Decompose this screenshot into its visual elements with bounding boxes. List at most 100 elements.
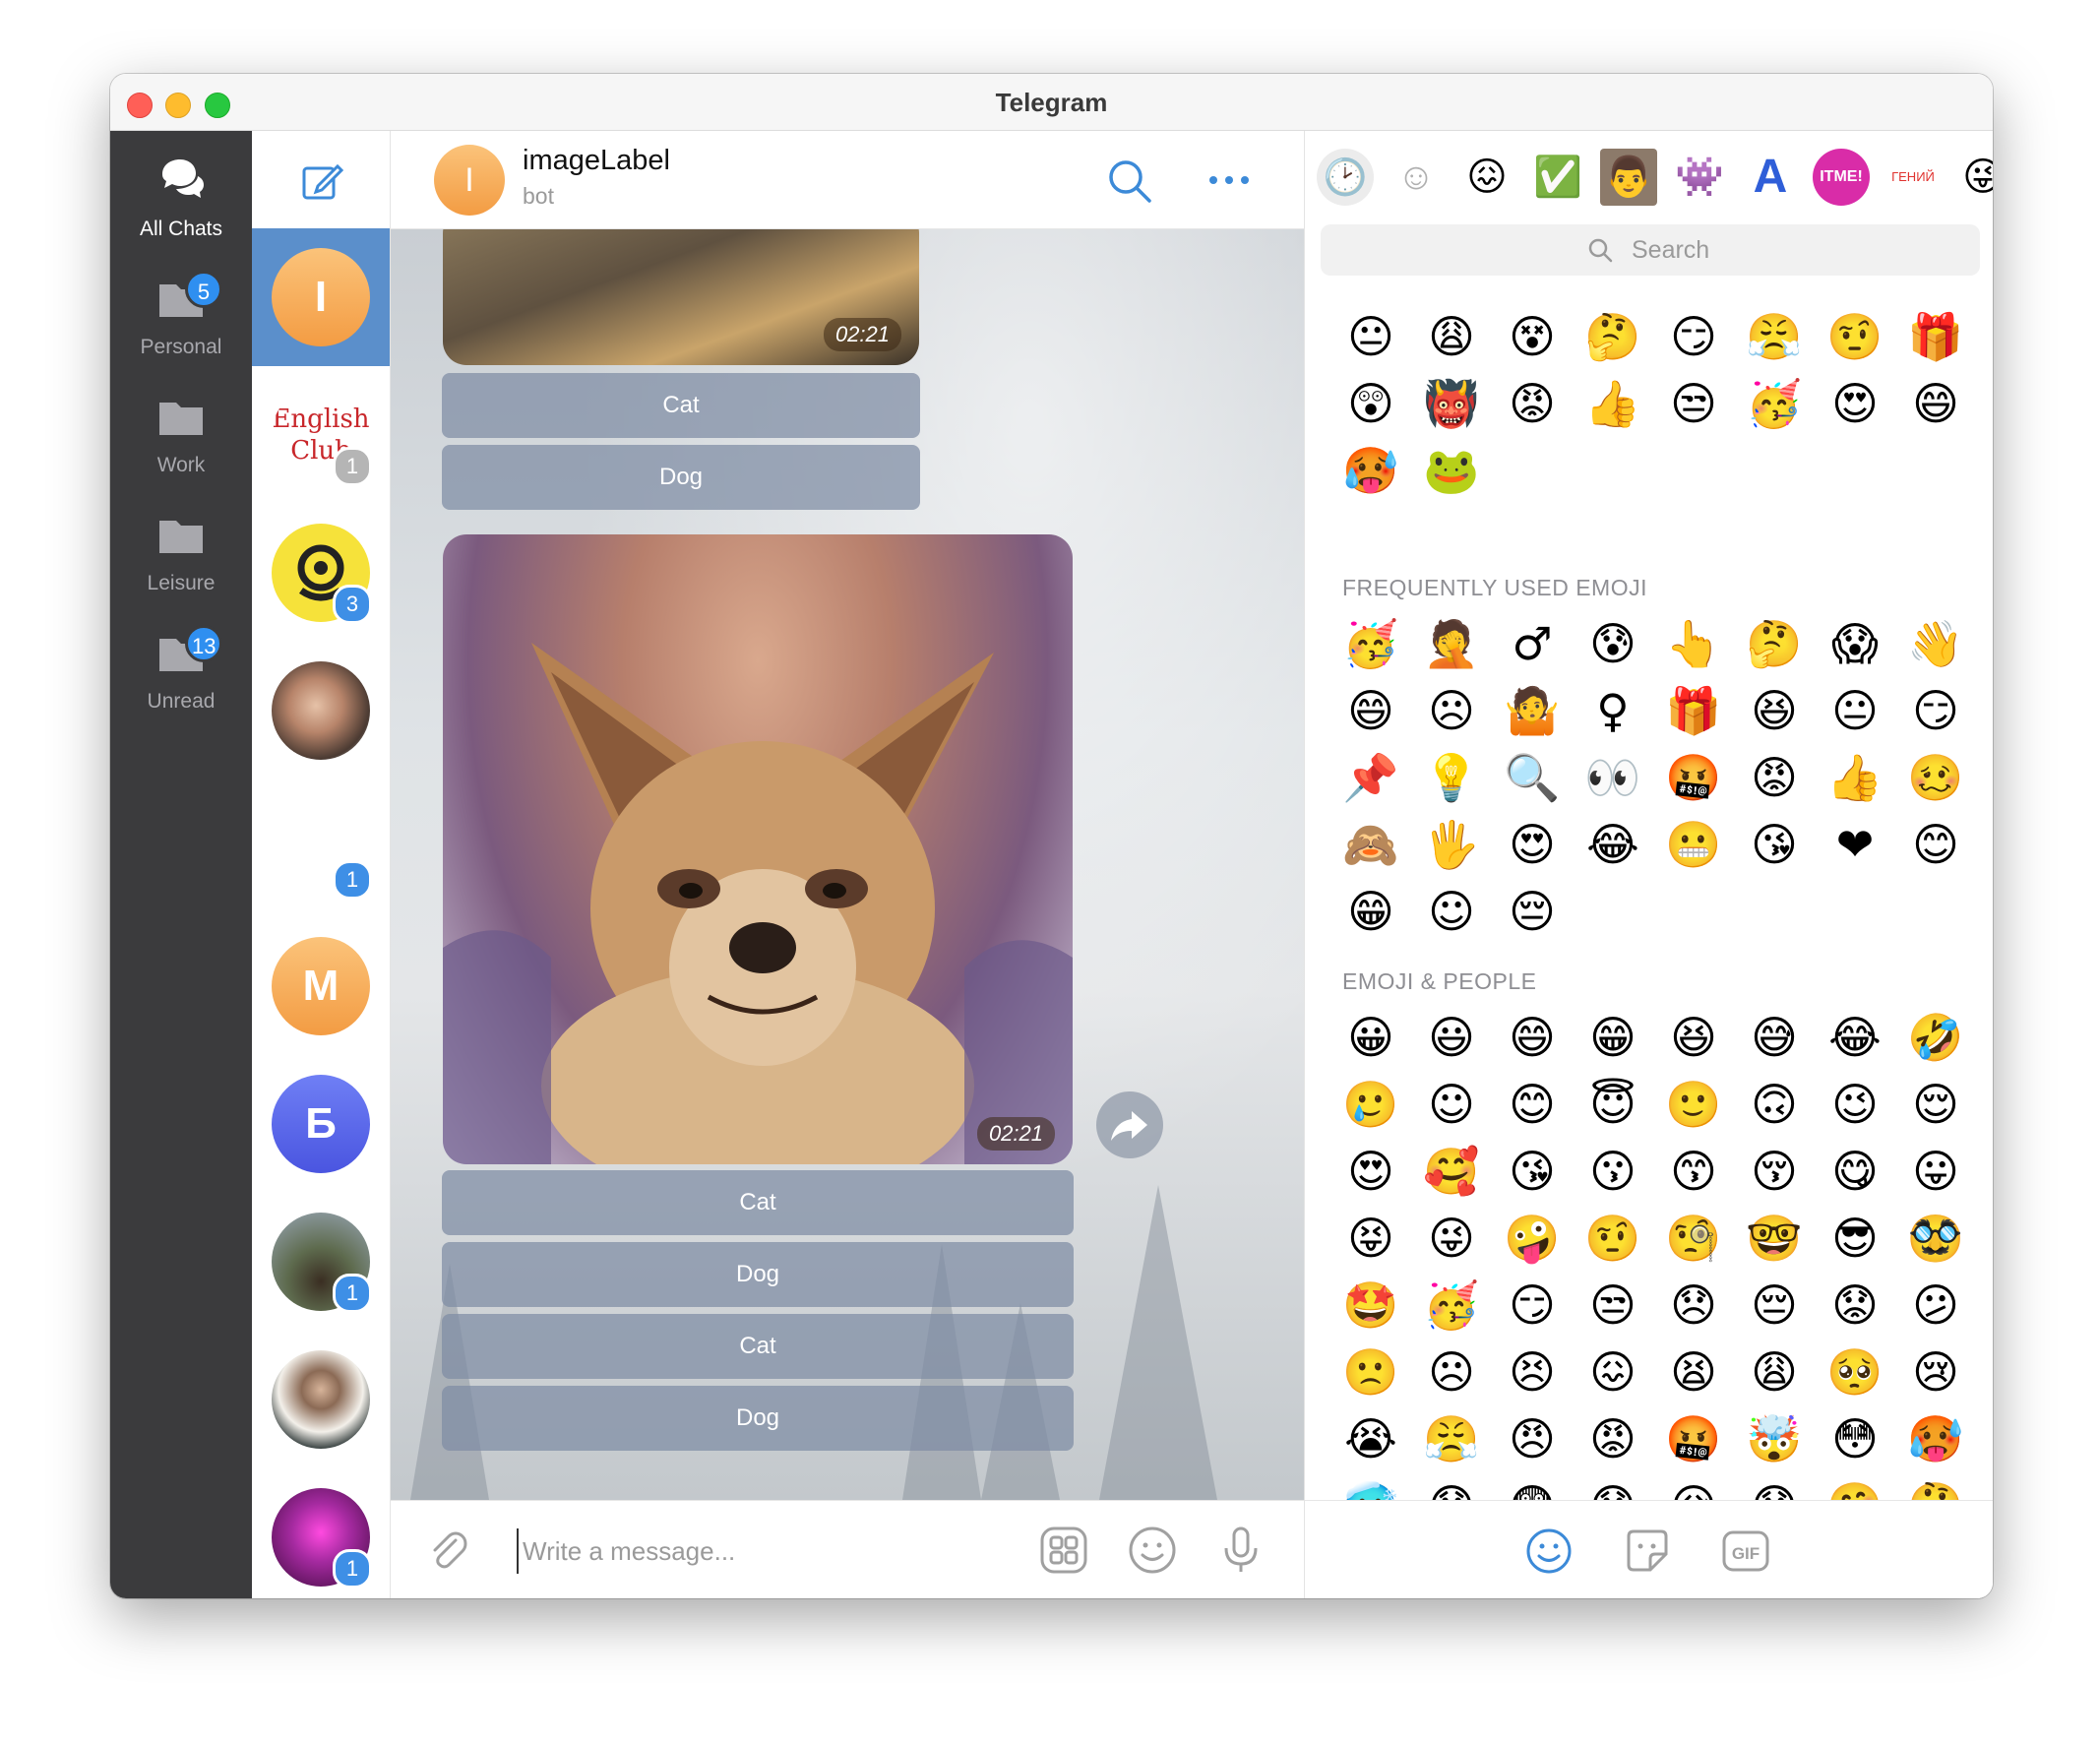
emoji-item[interactable]: 😍 [1330,1138,1411,1205]
chat-item[interactable]: Б [252,1055,390,1193]
emoji-item[interactable]: 🤩 [1330,1272,1411,1339]
emoji-item[interactable]: 😍 [1815,370,1895,437]
emoji-item[interactable]: 🤓 [1734,1205,1815,1272]
emoji-item[interactable]: 😐 [1815,677,1895,744]
emoji-item[interactable]: 😡 [1734,744,1815,811]
emoji-item[interactable]: ☹ [1411,677,1492,744]
emoji-item[interactable]: 😐 [1330,303,1411,370]
emoji-item[interactable]: 😁 [1330,878,1411,945]
emoji-item[interactable]: 😳 [1815,1405,1895,1472]
emoji-item[interactable]: 🙈 [1330,811,1411,878]
emoji-item[interactable]: 🥺 [1815,1339,1895,1405]
emoji-item[interactable]: 😲 [1330,370,1411,437]
emoji-item[interactable]: ♀ [1573,677,1653,744]
emoji-item[interactable]: 😏 [1492,1272,1573,1339]
emoji-item[interactable]: 🙂 [1653,1071,1734,1138]
sticker-set-tab[interactable]: 👾 [1671,149,1728,206]
emoji-item[interactable]: 🤣 [1895,1004,1976,1071]
search-icon[interactable] [1107,158,1152,204]
emoji-item[interactable]: 🤔 [1573,303,1653,370]
emoji-item[interactable]: ❤ [1815,811,1895,878]
emoji-item[interactable]: 🥵 [1895,1405,1976,1472]
emoji-item[interactable]: 😫 [1653,1339,1734,1405]
emoji-list[interactable]: 😐 😩 😵 🤔 😏 😤 🤨 🎁😲 👹 😡 👍 😒 🥳 😍 😄🥵 🐸 FREQUENTLY USED EMOJI… [1305,283,1993,1501]
emoji-item[interactable]: 🥶 [1330,1472,1411,1501]
emoji-item[interactable]: 🎁 [1653,677,1734,744]
video-message[interactable]: 02:21 [443,229,919,365]
chat-item-english-club[interactable]: English Club 1 [252,366,390,504]
emoji-item[interactable]: 😜 [1411,1205,1492,1272]
emoji-item[interactable]: 😝 [1330,1205,1411,1272]
emoji-item[interactable]: 😨 [1492,1472,1573,1501]
smile-icon[interactable] [1524,1526,1574,1576]
emoji-item[interactable]: ♂ [1492,610,1573,677]
emoji-item[interactable]: 😡 [1573,1405,1653,1472]
inline-button-cat[interactable]: Cat [442,1314,1074,1379]
emoji-item[interactable]: 😌 [1895,1071,1976,1138]
emoji-item[interactable]: 😏 [1895,677,1976,744]
emoji-item[interactable]: 😖 [1573,1339,1653,1405]
emoji-item[interactable]: 😰 [1573,1472,1653,1501]
emoji-item[interactable]: 😊 [1492,1071,1573,1138]
emoji-item[interactable]: 😄 [1492,1004,1573,1071]
emoji-item[interactable]: 🤯 [1734,1405,1815,1472]
emoji-item[interactable]: 😄 [1330,677,1411,744]
emoji-item[interactable]: 😏 [1653,303,1734,370]
gif-icon[interactable]: GIF [1721,1526,1770,1576]
sticker-set-tab[interactable]: ✅ [1529,149,1586,206]
emoji-item[interactable]: 😎 [1815,1205,1895,1272]
message-input[interactable] [517,1528,997,1574]
sticker-icon[interactable] [1623,1526,1672,1576]
emoji-item[interactable]: ☺ [1411,878,1492,945]
paperclip-icon[interactable] [426,1528,469,1572]
sticker-set-tab[interactable]: ITME! [1813,149,1870,206]
emoji-item[interactable]: 🥵 [1330,437,1411,504]
sticker-commands-icon[interactable] [1038,1525,1089,1576]
folder-work[interactable]: Work [110,367,252,485]
emoji-item[interactable]: 🤷 [1492,677,1573,744]
emoji-item[interactable]: 😭 [1330,1405,1411,1472]
emoji-item[interactable]: 🤪 [1492,1205,1573,1272]
emoji-item[interactable]: 😕 [1895,1272,1976,1339]
more-icon[interactable] [1205,160,1253,200]
emoji-item[interactable]: 😤 [1411,1405,1492,1472]
emoji-item[interactable]: 💡 [1411,744,1492,811]
emoji-item[interactable]: 😰 [1573,610,1653,677]
chat-item-imagelabel[interactable]: I [252,228,390,366]
emoji-item[interactable]: 🤨 [1573,1205,1653,1272]
emoji-item[interactable]: 👋 [1895,610,1976,677]
emoji-item[interactable]: 🤬 [1653,744,1734,811]
folder-personal[interactable]: 5 Personal [110,249,252,367]
emoji-item[interactable]: 😡 [1492,370,1573,437]
emoji-item[interactable]: 😱 [1815,610,1895,677]
emoji-item[interactable]: 😔 [1734,1272,1815,1339]
emoji-item[interactable]: 😤 [1734,303,1815,370]
emoji-item[interactable]: 😬 [1653,811,1734,878]
emoji-item[interactable]: 😓 [1734,1472,1815,1501]
emoji-item[interactable]: 🎁 [1895,303,1976,370]
recent-tab[interactable]: 🕑 [1317,149,1374,206]
chat-item[interactable]: М [252,917,390,1055]
chat-item[interactable] [252,1331,390,1468]
emoji-item[interactable]: 🥴 [1895,744,1976,811]
chat-item[interactable]: 1 [252,1468,390,1598]
emoji-item[interactable]: 😚 [1734,1138,1815,1205]
emoji-item[interactable]: 😀 [1330,1004,1411,1071]
emoji-item[interactable]: 🙃 [1734,1071,1815,1138]
emoji-item[interactable]: 😞 [1653,1272,1734,1339]
emoji-item[interactable]: 😃 [1411,1004,1492,1071]
emoji-item[interactable]: 😊 [1895,811,1976,878]
emoji-item[interactable]: 😉 [1815,1071,1895,1138]
emoji-item[interactable]: 😆 [1653,1004,1734,1071]
compose-icon[interactable] [300,160,343,204]
emoji-item[interactable]: 😋 [1815,1138,1895,1205]
emoji-item[interactable]: 😒 [1653,370,1734,437]
emoji-item[interactable]: 👹 [1411,370,1492,437]
emoji-item[interactable]: 😂 [1573,811,1653,878]
emoji-icon[interactable] [1127,1525,1178,1576]
emoji-item[interactable]: 🔍 [1492,744,1573,811]
emoji-item[interactable]: 😍 [1492,811,1573,878]
emoji-item[interactable]: 🤔 [1895,1472,1976,1501]
emoji-item[interactable]: 😛 [1895,1138,1976,1205]
emoji-item[interactable]: 🐸 [1411,437,1492,504]
